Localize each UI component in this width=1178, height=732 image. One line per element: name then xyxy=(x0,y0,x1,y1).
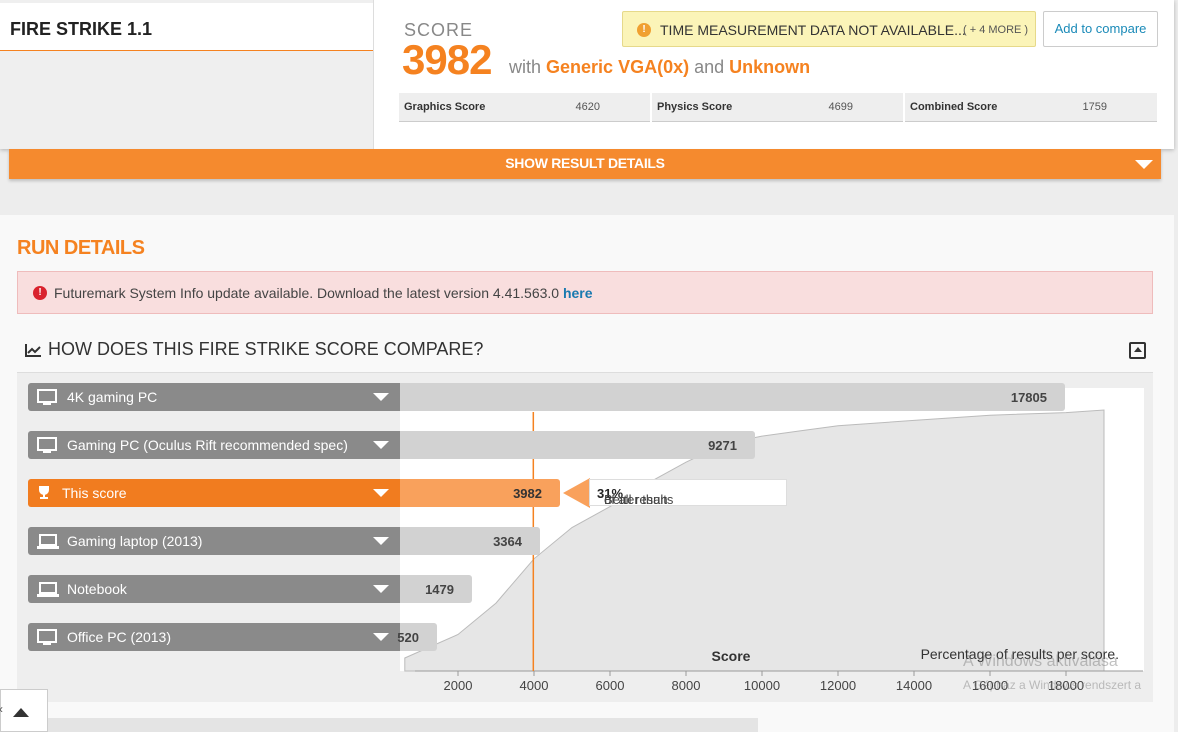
compare-row-label[interactable]: Gaming PC (Oculus Rift recommended spec) xyxy=(28,431,400,459)
show-result-details-button[interactable]: SHOW RESULT DETAILS xyxy=(9,149,1161,179)
better-suffix: of all results xyxy=(604,492,674,507)
compare-row-bar: 1479 xyxy=(400,575,472,603)
download-link[interactable]: here xyxy=(563,285,593,301)
compare-row-label[interactable]: Office PC (2013) xyxy=(28,623,400,651)
scroll-top-button[interactable]: ‹ xyxy=(0,689,48,732)
compare-row-label[interactable]: 4K gaming PC xyxy=(28,383,400,411)
compare-row-value: 1479 xyxy=(425,582,454,597)
cpu-name[interactable]: Unknown xyxy=(729,57,810,77)
desktop-icon xyxy=(37,437,57,458)
subscore-value: 1759 xyxy=(1082,101,1107,113)
compare-row-name: Gaming PC (Oculus Rift recommended spec) xyxy=(67,437,348,453)
compare-row-name: Notebook xyxy=(67,581,127,597)
warning-text: TIME MEASUREMENT DATA NOT AVAILABLE... xyxy=(660,22,966,38)
chevron-down-icon[interactable] xyxy=(373,489,389,497)
subscore-name: Combined Score xyxy=(910,101,998,113)
and-text: and xyxy=(694,57,725,77)
compare-row-bar: 9271 xyxy=(400,431,755,459)
with-text: with xyxy=(509,57,542,77)
better-than-callout: Better than 31% of all results xyxy=(589,479,787,507)
subscore-physics: Physics Score 4699 xyxy=(652,93,903,122)
chevron-down-icon[interactable] xyxy=(373,633,389,641)
warning-icon: ! xyxy=(637,23,651,37)
activation-watermark-sub: A Gépház a Windows rendszert a xyxy=(963,678,1142,692)
bottom-strip xyxy=(48,718,758,732)
trophy-icon xyxy=(37,485,51,504)
collapse-icon[interactable] xyxy=(1129,342,1146,359)
compare-row-bar: 3364 xyxy=(400,527,540,555)
add-to-compare-button[interactable]: Add to compare xyxy=(1043,11,1158,47)
better-than-arrow xyxy=(563,478,590,508)
chevron-down-icon xyxy=(1135,160,1153,169)
result-header: FIRE STRIKE 1.1 SCORE 3982 with Generic … xyxy=(0,0,1174,149)
compare-row-name: This score xyxy=(62,485,127,501)
show-details-label: SHOW RESULT DETAILS xyxy=(505,155,665,171)
compare-row-value: 3364 xyxy=(493,534,522,549)
compare-row-name: 4K gaming PC xyxy=(67,389,158,405)
compare-row-label[interactable]: Notebook xyxy=(28,575,400,603)
update-alert: ! Futuremark System Info update availabl… xyxy=(17,271,1153,314)
alert-message: Futuremark System Info update available.… xyxy=(54,285,560,301)
compare-heading: HOW DOES THIS FIRE STRIKE SCORE COMPARE? xyxy=(48,339,484,359)
compare-row-bar: 3982 xyxy=(400,479,560,507)
compare-row-value: 3982 xyxy=(513,486,542,501)
subscore-combined: Combined Score 1759 xyxy=(905,93,1157,122)
score-hardware: with Generic VGA(0x) and Unknown xyxy=(509,57,810,78)
chevron-down-icon[interactable] xyxy=(373,585,389,593)
score-value: 3982 xyxy=(402,36,492,83)
compare-row-bar: 520 xyxy=(397,623,437,651)
subscores: Graphics Score 4620 Physics Score 4699 C… xyxy=(399,93,1157,122)
test-name: FIRE STRIKE 1.1 xyxy=(10,19,153,39)
chevron-down-icon[interactable] xyxy=(373,537,389,545)
test-panel: FIRE STRIKE 1.1 xyxy=(0,0,374,149)
compare-row-name: Office PC (2013) xyxy=(67,629,172,645)
desktop-icon xyxy=(37,389,57,410)
activation-watermark: A Windows aktiválása xyxy=(963,653,1118,670)
run-details-title: RUN DETAILS xyxy=(17,237,145,259)
subscore-value: 4620 xyxy=(575,101,600,113)
compare-row-label[interactable]: This score xyxy=(28,479,400,507)
desktop-icon xyxy=(37,629,57,650)
compare-row-value: 9271 xyxy=(708,438,737,453)
test-name-box: FIRE STRIKE 1.1 xyxy=(0,3,373,51)
chevron-down-icon[interactable] xyxy=(373,393,389,401)
laptop-icon xyxy=(37,533,59,554)
warning-more[interactable]: ( + 4 MORE ) xyxy=(963,24,1028,36)
gpu-name[interactable]: Generic VGA(0x) xyxy=(546,57,689,77)
compare-row-value: 520 xyxy=(397,630,419,645)
chevron-down-icon[interactable] xyxy=(373,441,389,449)
subscore-value: 4699 xyxy=(828,101,853,113)
compare-row-label[interactable]: Gaming laptop (2013) xyxy=(28,527,400,555)
subscore-graphics: Graphics Score 4620 xyxy=(399,93,650,122)
compare-row-value: 17805 xyxy=(1010,390,1047,405)
line-chart-icon xyxy=(25,344,41,357)
alert-text: Futuremark System Info update available.… xyxy=(54,285,593,301)
laptop-icon xyxy=(37,581,59,602)
measurement-warning[interactable]: ! TIME MEASUREMENT DATA NOT AVAILABLE...… xyxy=(622,11,1036,47)
subscore-name: Graphics Score xyxy=(404,101,486,113)
compare-row-bar: 17805 xyxy=(400,383,1065,411)
subscore-name: Physics Score xyxy=(657,101,733,113)
left-arrow-icon: ‹ xyxy=(0,702,3,716)
compare-row-name: Gaming laptop (2013) xyxy=(67,533,203,549)
error-icon: ! xyxy=(33,286,47,300)
